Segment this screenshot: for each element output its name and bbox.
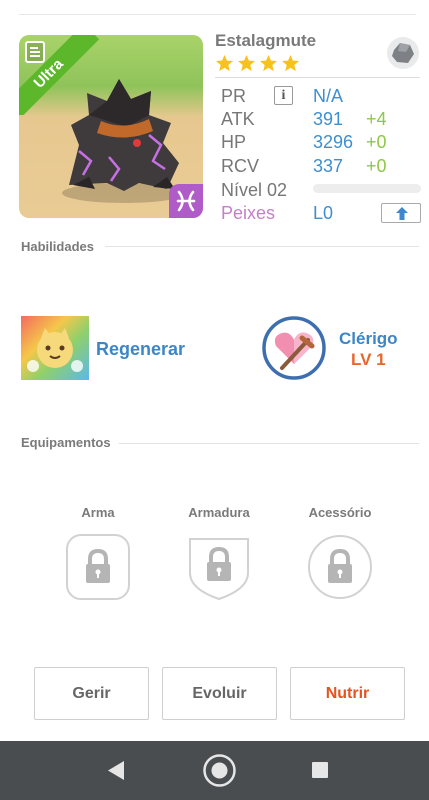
level-progress-bar [313, 184, 421, 193]
notes-icon[interactable] [25, 41, 45, 63]
armor-slot[interactable] [186, 533, 252, 601]
accessory-slot-label: Acessório [308, 505, 372, 520]
equipment-divider [119, 443, 419, 444]
skill-icon[interactable] [21, 316, 89, 380]
class-level: LV 1 [351, 350, 386, 369]
skills-section-title: Habilidades [21, 239, 94, 254]
star-icon [281, 54, 300, 72]
manage-button[interactable]: Gerir [34, 667, 149, 720]
fish-label: Peixes [221, 203, 276, 223]
rock-icon [387, 37, 419, 69]
star-icon [237, 54, 256, 72]
stat-value-rcv: 337 [313, 156, 344, 176]
weapon-slot[interactable] [65, 533, 131, 601]
back-icon[interactable] [106, 760, 126, 781]
evolve-button[interactable]: Evoluir [162, 667, 277, 720]
stat-bonus-hp: +0 [366, 132, 387, 152]
accessory-slot[interactable] [307, 533, 373, 601]
stat-value-atk: 391 [313, 109, 344, 129]
arrow-up-icon [396, 207, 408, 220]
fish-value: L0 [313, 203, 334, 223]
info-icon[interactable]: i [274, 86, 293, 105]
skills-divider [105, 246, 419, 247]
top-divider [19, 14, 416, 15]
stat-label-atk: ATK [221, 109, 255, 129]
stat-label-hp: HP [221, 132, 247, 152]
monster-portrait[interactable]: Ultra [19, 35, 203, 218]
level-label: Nível 02 [221, 180, 288, 200]
star-icon [215, 54, 234, 72]
stat-label-pr: PR [221, 86, 247, 106]
stat-label-rcv: RCV [221, 156, 260, 176]
recents-icon[interactable] [311, 761, 329, 779]
system-navigation-bar [0, 741, 429, 800]
feed-button[interactable]: Nutrir [290, 667, 405, 720]
armor-slot-label: Armadura [188, 505, 250, 520]
cleric-class-icon[interactable] [262, 316, 326, 380]
class-name: Clérigo [339, 329, 398, 348]
star-rating [215, 54, 300, 73]
stat-bonus-atk: +4 [366, 109, 387, 129]
weapon-slot-label: Arma [81, 505, 115, 520]
stat-value-pr: N/A [313, 86, 344, 106]
pisces-icon [169, 184, 203, 218]
stat-bonus-rcv: +0 [366, 156, 387, 176]
skill-name[interactable]: Regenerar [96, 339, 185, 360]
star-icon [259, 54, 278, 72]
name-divider [215, 77, 420, 78]
stat-value-hp: 3296 [313, 132, 354, 152]
monster-name: Estalagmute [215, 31, 317, 50]
equipment-section-title: Equipamentos [21, 435, 111, 450]
home-icon[interactable] [202, 753, 237, 788]
upgrade-button[interactable] [381, 203, 421, 223]
